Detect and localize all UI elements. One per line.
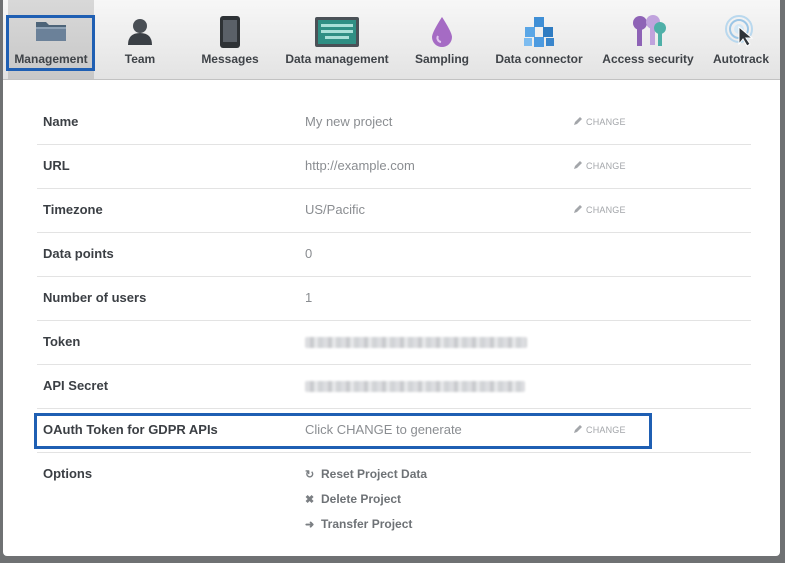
setting-row-timezone: Timezone US/Pacific CHANGE bbox=[37, 188, 751, 233]
tab-management[interactable]: Management bbox=[8, 0, 94, 79]
row-label: Timezone bbox=[43, 202, 103, 217]
arrow-right-icon: ➜ bbox=[305, 519, 315, 531]
setting-row-data-points: Data points 0 bbox=[37, 232, 751, 277]
tab-label: Management bbox=[14, 52, 88, 66]
pencil-icon bbox=[574, 161, 582, 169]
change-label: CHANGE bbox=[586, 161, 626, 171]
row-value: My new project bbox=[305, 114, 393, 129]
tab-messages[interactable]: Messages bbox=[195, 0, 265, 79]
setting-row-token: Token bbox=[37, 320, 751, 365]
row-value: 0 bbox=[305, 246, 313, 261]
tab-label: Sampling bbox=[414, 52, 469, 66]
delete-project-link[interactable]: ✖ Delete Project bbox=[305, 492, 401, 506]
row-label: Options bbox=[43, 466, 93, 481]
option-label: Reset Project Data bbox=[321, 467, 428, 481]
setting-row-number-of-users: Number of users 1 bbox=[37, 276, 751, 321]
row-label: OAuth Token for GDPR APIs bbox=[43, 422, 218, 437]
change-button-name[interactable]: CHANGE bbox=[573, 100, 626, 144]
tab-data-connector[interactable]: Data connector bbox=[491, 0, 587, 79]
tab-label: Data connector bbox=[495, 52, 583, 66]
phone-icon bbox=[219, 16, 241, 53]
transfer-project-link[interactable]: ➜ Transfer Project bbox=[305, 517, 412, 531]
reset-icon: ↻ bbox=[305, 469, 315, 481]
row-label: Token bbox=[43, 334, 81, 349]
person-icon bbox=[125, 16, 155, 51]
setting-row-api-secret: API Secret bbox=[37, 364, 751, 409]
row-value: US/Pacific bbox=[305, 202, 365, 217]
row-value: http://example.com bbox=[305, 158, 415, 173]
settings-toolbar: Management Team Messages Data management bbox=[3, 0, 780, 80]
tab-autotrack[interactable]: Autotrack bbox=[706, 0, 776, 79]
keyboard-icon bbox=[315, 17, 359, 52]
api-secret-value-redacted bbox=[305, 381, 525, 392]
change-button-timezone[interactable]: CHANGE bbox=[573, 188, 626, 232]
option-label: Transfer Project bbox=[321, 517, 413, 531]
keys-icon bbox=[629, 14, 667, 53]
change-label: CHANGE bbox=[586, 425, 626, 435]
pencil-icon bbox=[574, 425, 582, 433]
change-label: CHANGE bbox=[586, 117, 626, 127]
row-label: Name bbox=[43, 114, 79, 129]
change-button-oauth[interactable]: CHANGE bbox=[573, 408, 626, 452]
folder-icon bbox=[34, 16, 68, 49]
reset-project-data-link[interactable]: ↻ Reset Project Data bbox=[305, 467, 427, 481]
token-value-redacted bbox=[305, 337, 527, 348]
tab-label: Team bbox=[124, 52, 156, 66]
row-value: Click CHANGE to generate bbox=[305, 422, 462, 437]
droplet-icon bbox=[430, 16, 454, 53]
tab-label: Data management bbox=[285, 52, 389, 66]
tab-label: Autotrack bbox=[712, 52, 769, 66]
setting-row-url: URL http://example.com CHANGE bbox=[37, 144, 751, 189]
row-label: Data points bbox=[43, 246, 114, 261]
tab-data-management[interactable]: Data management bbox=[281, 0, 393, 79]
project-settings-window: Management Team Messages Data management bbox=[3, 0, 780, 556]
pencil-icon bbox=[574, 205, 582, 213]
row-label: Number of users bbox=[43, 290, 147, 305]
option-label: Delete Project bbox=[321, 492, 402, 506]
tab-label: Messages bbox=[201, 52, 259, 66]
setting-row-oauth-token: OAuth Token for GDPR APIs Click CHANGE t… bbox=[37, 408, 751, 453]
change-button-url[interactable]: CHANGE bbox=[573, 144, 626, 188]
row-label: URL bbox=[43, 158, 70, 173]
tab-label: Access security bbox=[602, 52, 694, 66]
setting-row-name: Name My new project CHANGE bbox=[37, 100, 751, 145]
change-label: CHANGE bbox=[586, 205, 626, 215]
tab-access-security[interactable]: Access security bbox=[598, 0, 698, 79]
pencil-icon bbox=[574, 117, 582, 125]
delete-icon: ✖ bbox=[305, 494, 315, 506]
tab-team[interactable]: Team bbox=[109, 0, 171, 79]
cursor-target-icon bbox=[724, 14, 758, 53]
tab-sampling[interactable]: Sampling bbox=[411, 0, 473, 79]
row-value: 1 bbox=[305, 290, 313, 305]
row-label: API Secret bbox=[43, 378, 109, 393]
cubes-icon bbox=[522, 16, 556, 53]
